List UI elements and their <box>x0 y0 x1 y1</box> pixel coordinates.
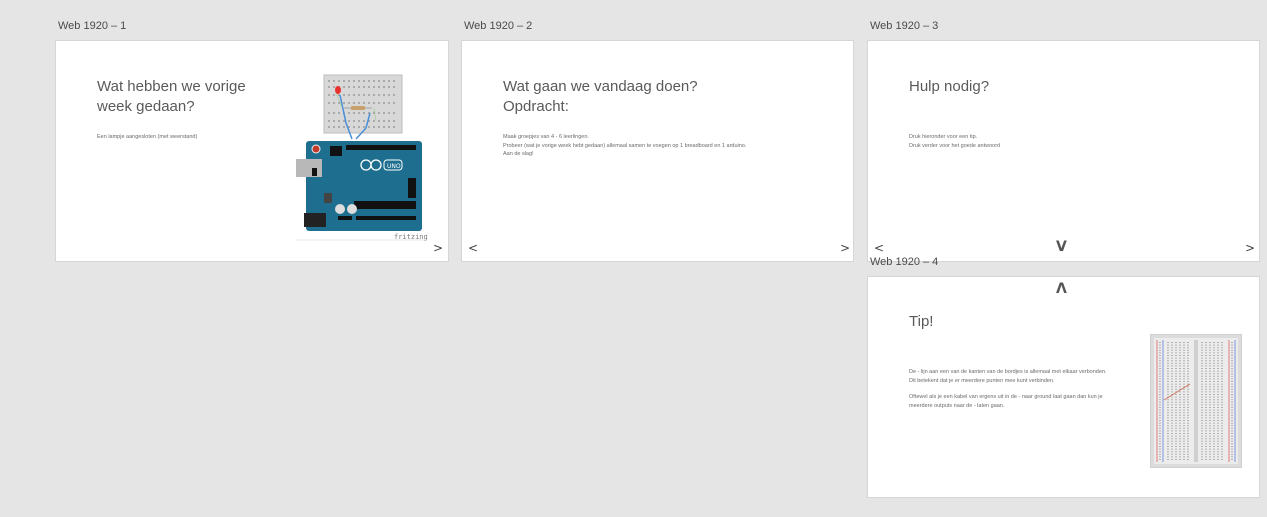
resistor-icon <box>351 106 365 110</box>
breadboard-image <box>1150 334 1242 468</box>
up-arrow[interactable]: Λ <box>1056 281 1067 297</box>
svg-text:UNO: UNO <box>387 163 401 170</box>
slide-body: Een lampje aangesloten (met weerstand) <box>97 134 198 140</box>
fritzing-caption: fritzing <box>394 233 428 241</box>
artboard-label-3[interactable]: Web 1920 – 3 <box>870 20 938 32</box>
artboard-2[interactable]: Wat gaan we vandaag doen? Opdracht: Maak… <box>461 40 854 262</box>
prev-arrow[interactable]: < <box>874 241 884 255</box>
slide-body-2: Oftewel als je een kabel van ergens uit … <box>909 394 1103 409</box>
next-arrow[interactable]: > <box>433 241 443 255</box>
next-arrow[interactable]: > <box>840 241 850 255</box>
slide-body: Druk hieronder voor een tip. Druk verder… <box>909 134 1001 149</box>
artboard-1[interactable]: Wat hebben we vorige week gedaan? Een la… <box>55 40 449 262</box>
artboard-4[interactable]: Λ Tip! De - lijn aan een van de kanten v… <box>867 276 1260 498</box>
slide-title: Wat hebben we vorige week gedaan? <box>97 78 246 115</box>
next-arrow[interactable]: > <box>1245 241 1255 255</box>
prev-arrow[interactable]: < <box>468 241 478 255</box>
breadboard-image <box>323 74 403 134</box>
artboard-label-1[interactable]: Web 1920 – 1 <box>58 20 126 32</box>
down-arrow[interactable]: V <box>1056 239 1067 255</box>
slide-title: Wat gaan we vandaag doen? Opdracht: <box>503 78 698 115</box>
slide-title: Hulp nodig? <box>909 78 990 95</box>
led-icon <box>335 86 341 94</box>
artboard-label-2[interactable]: Web 1920 – 2 <box>464 20 532 32</box>
artboard-label-4[interactable]: Web 1920 – 4 <box>870 256 938 268</box>
slide-body-1: De - lijn aan een van de kanten van de b… <box>909 369 1107 384</box>
arduino-breadboard-image: UNO <box>296 74 424 241</box>
slide-body: Maak groepjes van 4 - 6 leerlingen. Prob… <box>503 134 747 157</box>
slide-title: Tip! <box>909 313 934 330</box>
artboard-3[interactable]: Hulp nodig? Druk hieronder voor een tip.… <box>867 40 1260 262</box>
